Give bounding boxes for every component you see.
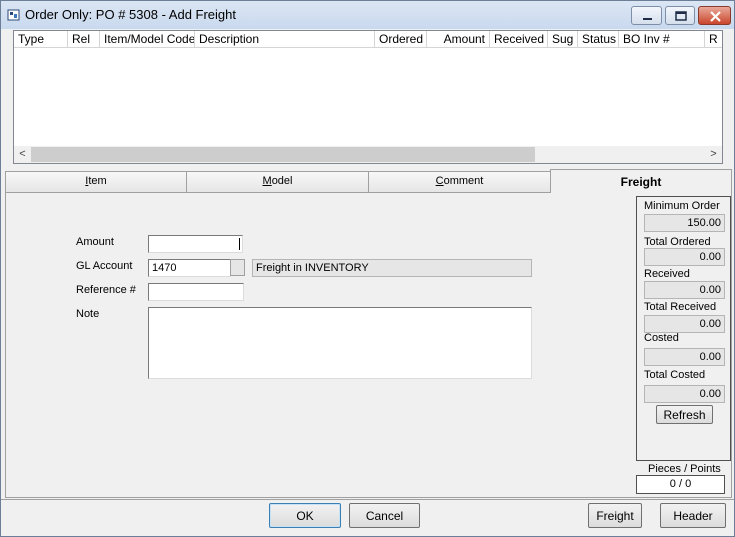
col-description[interactable]: Description (195, 31, 375, 48)
col-type[interactable]: Type (14, 31, 68, 48)
pieces-points-value: 0 / 0 (636, 475, 725, 494)
col-r[interactable]: R (705, 31, 722, 48)
minimum-order-value: 150.00 (644, 214, 725, 232)
costed-value: 0.00 (644, 348, 725, 366)
reference-input[interactable] (148, 283, 244, 301)
note-label: Note (76, 308, 100, 320)
received-value: 0.00 (644, 281, 725, 299)
col-item-model-code[interactable]: Item/Model Code (100, 31, 195, 48)
header-button[interactable]: Header (660, 503, 726, 528)
scroll-left-icon[interactable]: < (14, 146, 31, 163)
tab-comment[interactable]: Comment (368, 171, 551, 192)
tab-item[interactable]: Item (5, 171, 187, 192)
col-amount[interactable]: Amount (427, 31, 490, 48)
total-received-label: Total Received (644, 301, 717, 313)
line-items-grid[interactable]: Type Rel Item/Model Code Description Ord… (13, 30, 723, 164)
amount-label: Amount (76, 236, 114, 248)
horizontal-scrollbar[interactable]: < > (14, 146, 722, 163)
grid-header: Type Rel Item/Model Code Description Ord… (14, 31, 722, 48)
reference-label: Reference # (76, 284, 136, 296)
col-ordered[interactable]: Ordered (375, 31, 427, 48)
freight-button[interactable]: Freight (588, 503, 642, 528)
total-received-value: 0.00 (644, 315, 725, 333)
minimum-order-label: Minimum Order (644, 200, 720, 212)
total-costed-value: 0.00 (644, 385, 725, 403)
maximize-icon (675, 11, 687, 21)
received-label: Received (644, 268, 690, 280)
col-rel[interactable]: Rel (68, 31, 100, 48)
tab-freight[interactable]: Freight (550, 169, 732, 193)
scroll-right-icon[interactable]: > (705, 146, 722, 163)
scroll-thumb[interactable] (31, 147, 535, 162)
maximize-button[interactable] (665, 6, 695, 25)
close-icon (710, 11, 721, 22)
note-textarea[interactable] (148, 307, 532, 379)
gl-account-description: Freight in INVENTORY (252, 259, 532, 277)
total-ordered-label: Total Ordered (644, 236, 711, 248)
amount-input[interactable] (148, 235, 243, 253)
total-ordered-value: 0.00 (644, 248, 725, 266)
gl-account-lookup-button[interactable] (230, 259, 245, 276)
minimize-icon (643, 18, 652, 20)
col-sug[interactable]: Sug (548, 31, 578, 48)
total-costed-label: Total Costed (644, 369, 706, 381)
col-bo-inv[interactable]: BO Inv # (619, 31, 705, 48)
col-received[interactable]: Received (490, 31, 548, 48)
add-freight-window: Order Only: PO # 5308 - Add Freight Type… (0, 0, 735, 537)
refresh-button[interactable]: Refresh (656, 405, 713, 424)
minimize-button[interactable] (631, 6, 662, 25)
tab-model[interactable]: Model (186, 171, 369, 192)
title-bar[interactable]: Order Only: PO # 5308 - Add Freight (1, 1, 734, 29)
gl-account-label: GL Account (76, 260, 133, 272)
col-status[interactable]: Status (578, 31, 619, 48)
ok-button[interactable]: OK (269, 503, 341, 528)
cancel-button[interactable]: Cancel (349, 503, 420, 528)
close-button[interactable] (698, 6, 731, 25)
window-title: Order Only: PO # 5308 - Add Freight (25, 7, 236, 22)
gl-account-input[interactable]: 1470 (148, 259, 231, 277)
costed-label: Costed (644, 332, 679, 344)
pieces-points-label: Pieces / Points (648, 463, 721, 475)
app-icon (7, 8, 21, 22)
text-caret (239, 238, 240, 250)
bottom-divider (1, 499, 734, 500)
